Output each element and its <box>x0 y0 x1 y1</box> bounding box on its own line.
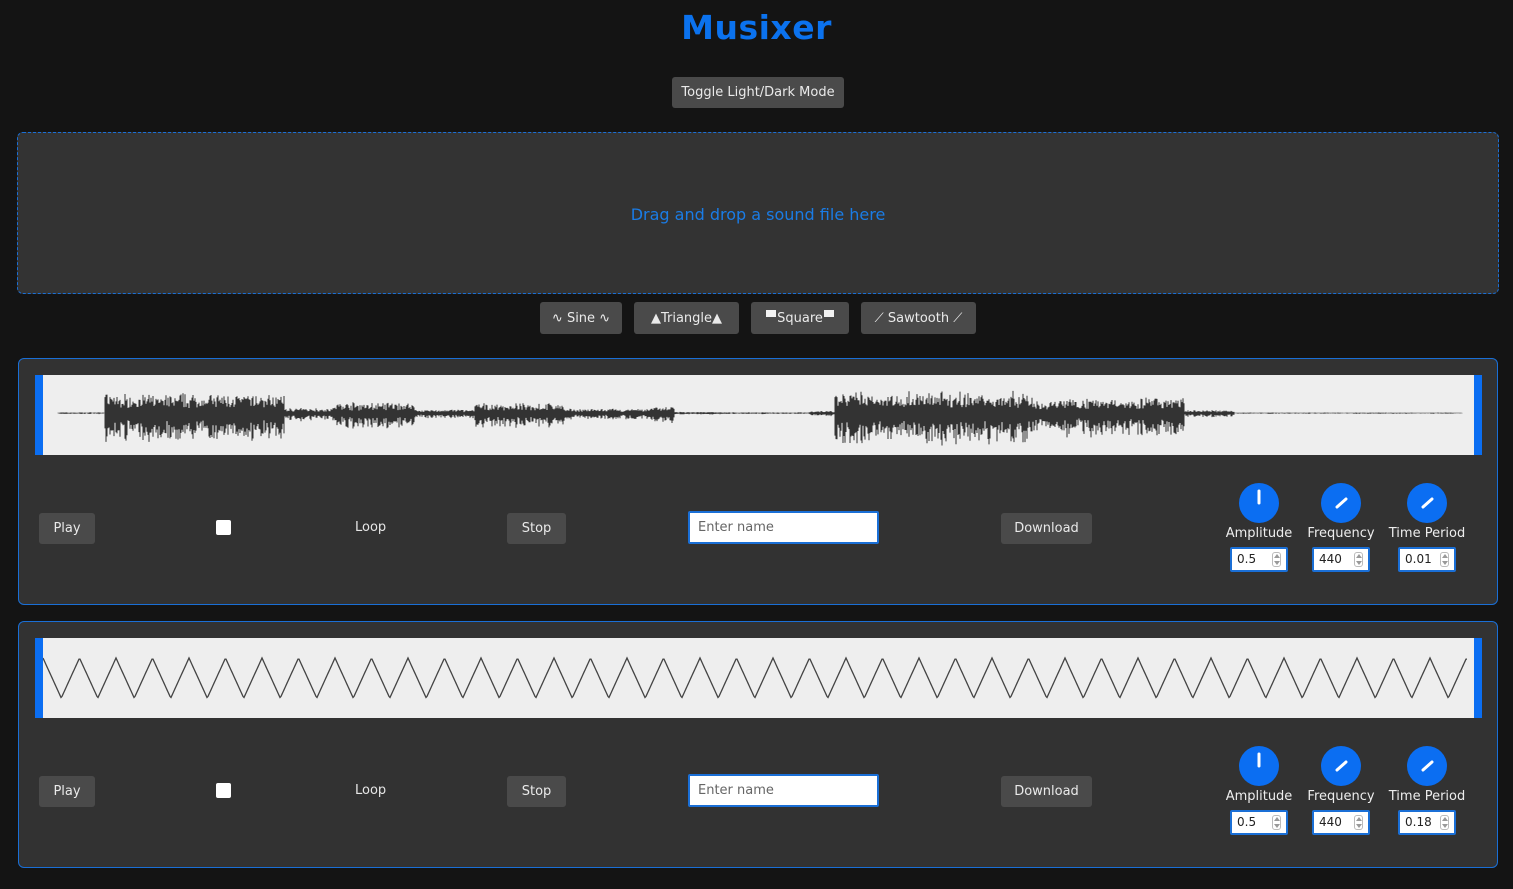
loop-checkbox[interactable] <box>216 783 231 798</box>
app-title: Musixer <box>681 8 832 47</box>
spinner-icon[interactable] <box>1354 815 1363 830</box>
time-period-value: 0.01 <box>1405 552 1432 566</box>
time-period-knob[interactable] <box>1407 483 1447 523</box>
frequency-label: Frequency <box>1307 789 1375 804</box>
waveform-start-handle[interactable] <box>35 638 43 718</box>
knob-indicator-icon <box>1421 760 1434 772</box>
download-button[interactable]: Download <box>1001 513 1092 544</box>
triangle-wave-button[interactable]: ▲Triangle▲ <box>634 302 739 334</box>
spinner-icon[interactable] <box>1272 552 1281 567</box>
knob-indicator-icon <box>1335 760 1348 772</box>
time-period-label: Time Period <box>1388 789 1466 804</box>
triangle-wave-label: Triangle <box>660 310 713 326</box>
download-button[interactable]: Download <box>1001 776 1092 807</box>
track-name-input[interactable] <box>688 511 879 544</box>
amplitude-knob[interactable] <box>1239 483 1279 523</box>
sawtooth-wave-button[interactable]: ⟋ Sawtooth ⟋ <box>861 302 976 334</box>
track-panel: Play Loop Stop Download Amplitude 0.5 Fr… <box>18 358 1498 605</box>
waveform-display[interactable] <box>35 638 1482 718</box>
amplitude-knob[interactable] <box>1239 746 1279 786</box>
knob-indicator-icon <box>1257 489 1261 505</box>
square-wave-label: Square <box>777 311 823 326</box>
frequency-input[interactable]: 440 <box>1312 810 1370 835</box>
frequency-input[interactable]: 440 <box>1312 547 1370 572</box>
audio-waveform <box>57 390 1463 446</box>
triangle-waveform-path <box>42 656 1467 699</box>
loop-checkbox[interactable] <box>216 520 231 535</box>
audio-waveform-path <box>57 390 1463 446</box>
triangle-icon: ▲ <box>712 310 723 326</box>
spinner-icon[interactable] <box>1440 552 1449 567</box>
spinner-icon[interactable] <box>1272 815 1281 830</box>
frequency-value: 440 <box>1319 815 1342 829</box>
amplitude-input[interactable]: 0.5 <box>1230 547 1288 572</box>
stop-button[interactable]: Stop <box>507 776 566 807</box>
waveform-start-handle[interactable] <box>35 375 43 455</box>
time-period-value: 0.18 <box>1405 815 1432 829</box>
track-panel: Play Loop Stop Download Amplitude 0.5 Fr… <box>18 621 1498 868</box>
frequency-knob[interactable] <box>1321 746 1361 786</box>
knob-indicator-icon <box>1421 497 1434 509</box>
spinner-icon[interactable] <box>1354 552 1363 567</box>
dropzone-text: Drag and drop a sound file here <box>630 205 886 224</box>
amplitude-value: 0.5 <box>1237 815 1257 829</box>
triangle-icon: ▲ <box>650 310 661 326</box>
time-period-input[interactable]: 0.18 <box>1398 810 1456 835</box>
time-period-knob[interactable] <box>1407 746 1447 786</box>
time-period-input[interactable]: 0.01 <box>1398 547 1456 572</box>
toggle-theme-button[interactable]: Toggle Light/Dark Mode <box>672 77 844 108</box>
waveform-display[interactable] <box>35 375 1482 455</box>
loop-label: Loop <box>355 520 387 535</box>
frequency-label: Frequency <box>1307 526 1375 541</box>
frequency-value: 440 <box>1319 552 1342 566</box>
track-name-input[interactable] <box>688 774 879 807</box>
file-dropzone[interactable]: Drag and drop a sound file here <box>17 132 1499 294</box>
frequency-knob[interactable] <box>1321 483 1361 523</box>
waveform-end-handle[interactable] <box>1474 375 1482 455</box>
knob-indicator-icon <box>1335 497 1348 509</box>
waveform-end-handle[interactable] <box>1474 638 1482 718</box>
sine-wave-button[interactable]: ∿ Sine ∿ <box>540 302 622 334</box>
time-period-label: Time Period <box>1388 526 1466 541</box>
amplitude-input[interactable]: 0.5 <box>1230 810 1288 835</box>
square-icon <box>823 310 834 317</box>
spinner-icon[interactable] <box>1440 815 1449 830</box>
play-button[interactable]: Play <box>39 513 95 544</box>
square-wave-button[interactable]: Square <box>751 302 849 334</box>
triangle-waveform <box>42 656 1467 699</box>
amplitude-value: 0.5 <box>1237 552 1257 566</box>
loop-label: Loop <box>355 783 387 798</box>
stop-button[interactable]: Stop <box>507 513 566 544</box>
knob-indicator-icon <box>1257 752 1261 768</box>
square-icon <box>766 310 777 317</box>
play-button[interactable]: Play <box>39 776 95 807</box>
